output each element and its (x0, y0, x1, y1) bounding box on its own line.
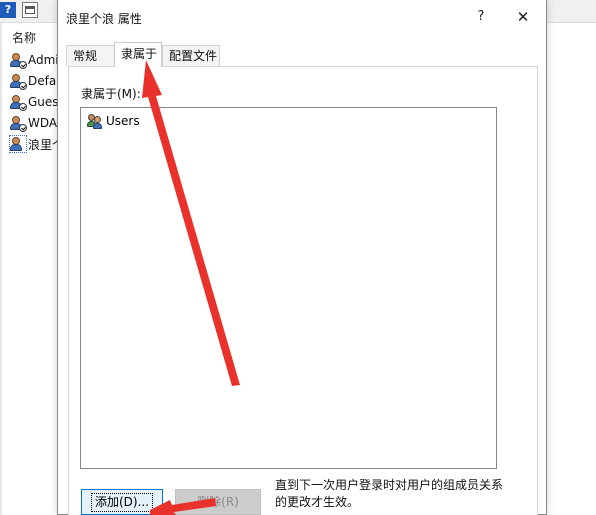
user-row[interactable]: Gues (10, 93, 59, 111)
help-button[interactable]: ? (466, 5, 496, 29)
group-name: Users (106, 114, 140, 128)
user-name: Gues (28, 95, 59, 109)
group-icon (87, 113, 103, 129)
dialog-title: 浪里个浪 属性 (66, 12, 142, 26)
add-button-label: 添加(D)... (90, 493, 154, 512)
close-button[interactable]: ✕ (506, 5, 540, 29)
user-row[interactable]: Defau (10, 72, 64, 90)
add-button[interactable]: 添加(D)... (81, 489, 163, 515)
group-list[interactable]: Users (80, 107, 497, 469)
user-icon (10, 94, 27, 111)
membership-note: 直到下一次用户登录时对用户的组成员关系的更改才生效。 (275, 478, 504, 509)
user-icon (10, 115, 27, 132)
user-name: Admi (28, 53, 59, 67)
properties-dialog: 浪里个浪 属性 ? ✕ 常规 隶属于 配置文件 隶属于(M): Users 添加… (57, 0, 547, 515)
user-row[interactable]: WDA (10, 114, 57, 132)
list-item[interactable]: Users (87, 112, 140, 130)
dialog-titlebar[interactable]: 浪里个浪 属性 ? ✕ (58, 0, 546, 34)
screen: ? 名称 Admi Defau Gues WDA 浪里个 浪里个浪 属性 ? ✕… (0, 0, 596, 515)
user-icon (10, 52, 27, 69)
member-of-panel: 隶属于(M): Users 添加(D)... 删除(R) 直到下一次用户登录时对… (68, 66, 538, 515)
user-icon (9, 135, 27, 153)
tab-profile[interactable]: 配置文件 (162, 45, 220, 66)
member-of-label: 隶属于(M): (81, 87, 141, 101)
help-icon[interactable]: ? (0, 2, 16, 18)
remove-button[interactable]: 删除(R) (175, 489, 261, 515)
properties-icon[interactable] (22, 2, 38, 18)
user-name: WDA (28, 116, 58, 130)
user-icon (10, 73, 27, 90)
tab-member-of[interactable]: 隶属于 (114, 42, 162, 67)
column-header-name[interactable]: 名称 (12, 29, 36, 46)
tab-general[interactable]: 常规 (66, 45, 116, 66)
user-row-selected[interactable]: 浪里个 (9, 135, 64, 153)
user-row[interactable]: Admi (10, 51, 59, 69)
